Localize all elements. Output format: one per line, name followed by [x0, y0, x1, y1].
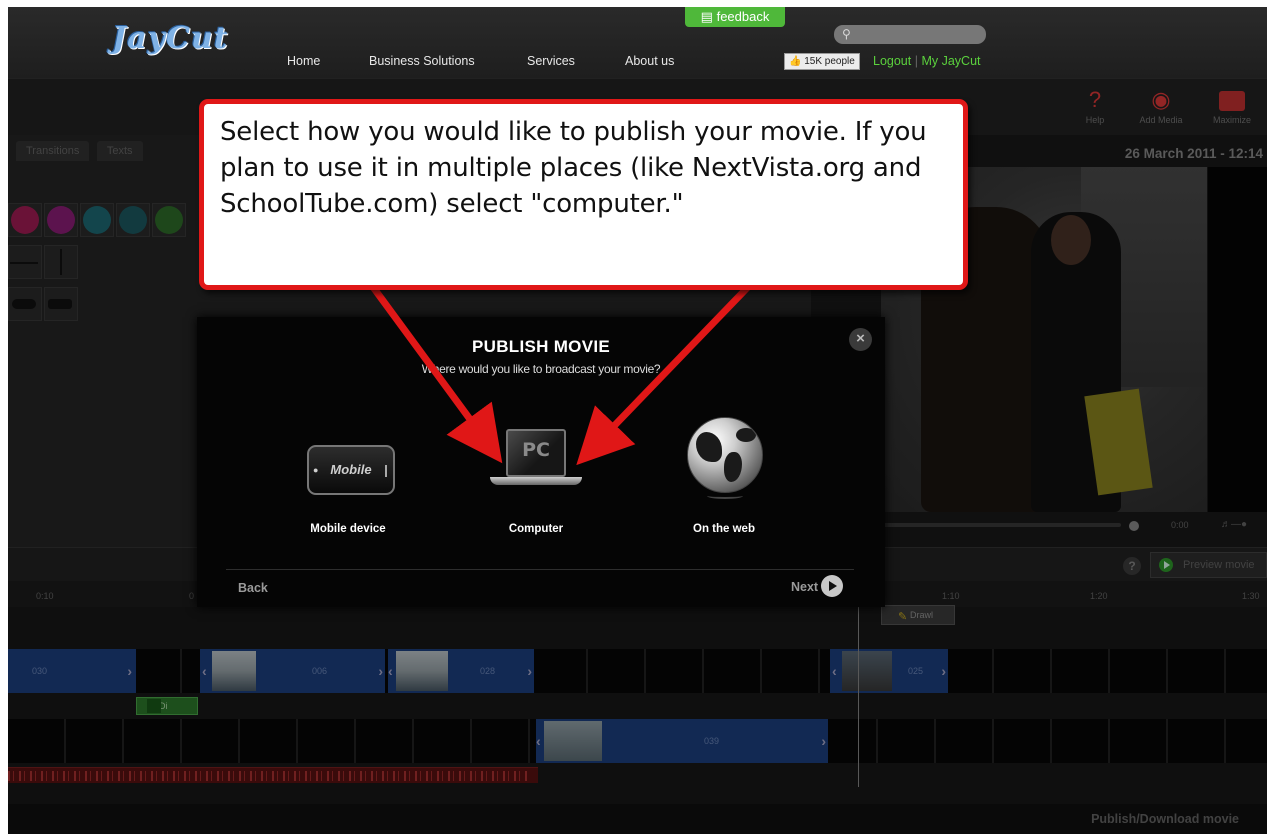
- arrow-right: [576, 284, 751, 466]
- arrow-left: [370, 284, 503, 464]
- jaycut-app: JayCut Home Business Solutions Services …: [8, 7, 1267, 834]
- instruction-callout: Select how you would like to publish you…: [199, 99, 968, 290]
